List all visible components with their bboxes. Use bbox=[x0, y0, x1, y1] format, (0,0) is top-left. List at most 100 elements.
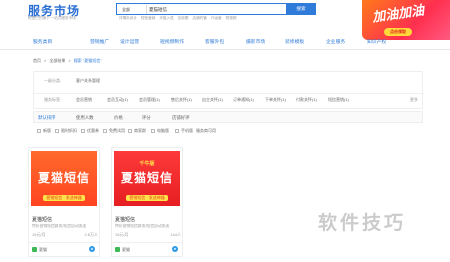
promo-text: 加油加油 bbox=[371, 2, 425, 25]
check-coupon[interactable]: 优惠券 bbox=[81, 128, 99, 133]
filter-option[interactable]: 会员营销 bbox=[76, 97, 92, 102]
breadcrumb: 首页 > 全部结果 > 搜索 "夏猫短信" bbox=[33, 58, 102, 63]
sort-default[interactable]: 默认排序 bbox=[38, 114, 56, 121]
chat-icon[interactable]: ● bbox=[89, 246, 95, 252]
card-title[interactable]: 夏猫短信 bbox=[32, 216, 52, 223]
check-discount[interactable]: 限时折扣 bbox=[55, 128, 77, 133]
check-label: 优惠券 bbox=[87, 128, 99, 133]
hot-link[interactable]: 天猫入驻 bbox=[159, 16, 173, 21]
card-image-title: 夏猫短信 bbox=[37, 171, 90, 185]
main-nav: 服务类目 营销推广 设计运营 短视频制作 客服外包 摄影市场 装修模板 企业服务… bbox=[0, 36, 450, 50]
check-free-trial[interactable]: 免费试用 bbox=[103, 128, 125, 133]
card-title[interactable]: 夏猫短信 bbox=[115, 216, 135, 223]
hot-search-links: 详情页设计 短信营销 天猫入驻 应收跟 店铺托管 代运营 短视频 bbox=[119, 16, 236, 21]
service-card[interactable]: 千牛版 夏猫短信 营销短信 · 发送神器 夏猫短信 特价营销短信群发/短信自动发… bbox=[111, 147, 183, 257]
card-image-edition: 千牛版 bbox=[139, 161, 155, 167]
check-label: 新版 bbox=[43, 128, 51, 133]
checkbox-filters: 新版 限时折扣 优惠券 免费试用 商家群 电脑版 手机版 服务商可用 bbox=[33, 127, 423, 137]
breadcrumb-separator: > bbox=[44, 58, 47, 63]
nav-enterprise[interactable]: 企业服务 bbox=[326, 38, 345, 47]
card-footer: 夏猫 ● bbox=[29, 242, 99, 256]
card-footer: 夏猫 ● bbox=[112, 242, 182, 256]
filter-row-category: 一级分类: 客户关系管理 bbox=[34, 75, 424, 87]
hot-link[interactable]: 短视频 bbox=[226, 16, 237, 21]
filter-option[interactable]: 自主关怀(1) bbox=[202, 97, 223, 102]
hot-link[interactable]: 应收跟 bbox=[178, 16, 189, 21]
chat-icon[interactable]: ● bbox=[172, 246, 178, 252]
search-button[interactable]: 搜索 bbox=[286, 3, 316, 15]
vendor-name[interactable]: 夏猫 bbox=[39, 247, 47, 252]
nav-templates[interactable]: 装修模板 bbox=[285, 38, 304, 47]
card-users: 144人 bbox=[170, 232, 181, 237]
service-card[interactable]: 夏猫短信 营销短信 · 发送神器 夏猫短信 特价营销短信群发/短信自动发送 15… bbox=[28, 147, 100, 257]
breadcrumb-home[interactable]: 首页 bbox=[33, 58, 41, 63]
promo-banner[interactable]: 加油加油 点击领取 bbox=[362, 0, 450, 40]
check-new[interactable]: 新版 bbox=[37, 128, 51, 133]
filter-row-tags: 服务标签: 会员营销 会员互动(1) 会员管理(1) 售后关怀(1) 自主关怀(… bbox=[34, 93, 424, 105]
nav-marketing[interactable]: 营销推广 bbox=[90, 38, 109, 47]
breadcrumb-separator: > bbox=[68, 58, 71, 63]
checkbox-icon bbox=[151, 128, 155, 133]
promo-claim-button[interactable]: 点击领取 bbox=[384, 28, 412, 36]
check-label: 手机版 bbox=[181, 128, 193, 133]
filter-option[interactable]: 付款关怀(1) bbox=[296, 97, 317, 102]
filter-option[interactable]: 售后关怀(1) bbox=[171, 97, 192, 102]
card-thumbnail[interactable]: 夏猫短信 营销短信 · 发送神器 bbox=[31, 151, 97, 206]
card-meta: 15元/月 144人 bbox=[115, 232, 181, 237]
nav-design[interactable]: 设计运营 bbox=[120, 38, 139, 47]
nav-short-video[interactable]: 短视频制作 bbox=[160, 38, 184, 47]
search-input[interactable] bbox=[149, 5, 269, 14]
search-bar: 全部 搜索 bbox=[116, 3, 316, 15]
card-image-title: 夏猫短信 bbox=[120, 171, 173, 185]
vendor-name[interactable]: 夏猫 bbox=[122, 247, 130, 252]
header: 服务市场 阿里巴巴旗下 一站式服务市场 全部 搜索 详情页设计 短信营销 天猫入… bbox=[0, 0, 450, 40]
check-pc[interactable]: 电脑版 bbox=[151, 128, 169, 133]
filter-option[interactable]: 短信营销(1) bbox=[328, 97, 349, 102]
filter-more-button[interactable]: 更多 bbox=[410, 97, 418, 102]
filter-label: 服务标签: bbox=[44, 97, 62, 102]
breadcrumb-all[interactable]: 全部结果 bbox=[49, 58, 65, 63]
check-label: 电脑版 bbox=[157, 128, 169, 133]
sort-price[interactable]: 价格 bbox=[114, 114, 123, 121]
check-label: 服务商可用 bbox=[196, 128, 216, 133]
card-description: 特价营销短信群发/短信自动发送 bbox=[115, 224, 170, 228]
hot-link[interactable]: 店铺托管 bbox=[193, 16, 207, 21]
card-meta: 15元/月 2.6万人 bbox=[32, 232, 98, 237]
card-price: 15元/月 bbox=[32, 232, 46, 237]
nav-ip[interactable]: 知识产权 bbox=[367, 38, 386, 47]
filter-option[interactable]: 客户关系管理 bbox=[76, 78, 100, 83]
hot-link[interactable]: 代运营 bbox=[211, 16, 222, 21]
sort-rating[interactable]: 评分 bbox=[142, 114, 151, 121]
check-mobile[interactable]: 手机版 bbox=[175, 128, 193, 133]
nav-service-category[interactable]: 服务类目 bbox=[33, 38, 52, 47]
hot-link[interactable]: 详情页设计 bbox=[119, 16, 137, 21]
card-thumbnail[interactable]: 千牛版 夏猫短信 营销短信 · 发送神器 bbox=[114, 151, 180, 206]
card-price: 15元/月 bbox=[115, 232, 129, 237]
logo-subtitle: 阿里巴巴旗下 一站式服务市场 bbox=[28, 16, 76, 20]
card-users: 2.6万人 bbox=[84, 232, 98, 237]
vendor-icon bbox=[32, 247, 37, 252]
check-label: 商家群 bbox=[134, 128, 146, 133]
checkbox-icon bbox=[103, 128, 107, 133]
checkbox-icon bbox=[37, 128, 41, 133]
card-description: 特价营销短信群发/短信自动发送 bbox=[32, 224, 87, 228]
sort-shop-rating[interactable]: 店铺好评 bbox=[172, 114, 190, 121]
vendor-icon bbox=[115, 247, 120, 252]
nav-photography[interactable]: 摄影市场 bbox=[246, 38, 265, 47]
breadcrumb-search: 搜索 "夏猫短信" bbox=[73, 58, 102, 63]
filter-label: 一级分类: bbox=[44, 78, 62, 83]
filter-option[interactable]: 会员管理(1) bbox=[139, 97, 160, 102]
search-category-select[interactable]: 全部 bbox=[119, 5, 147, 14]
check-label: 限时折扣 bbox=[61, 128, 77, 133]
filter-option[interactable]: 订单通知(1) bbox=[233, 97, 254, 102]
filter-option[interactable]: 下单关怀(1) bbox=[265, 97, 286, 102]
checkbox-icon bbox=[55, 128, 59, 133]
check-available[interactable]: 服务商可用 bbox=[196, 128, 216, 133]
filter-panel: 一级分类: 客户关系管理 服务标签: 会员营销 会员互动(1) 会员管理(1) … bbox=[33, 71, 424, 109]
nav-customer-service[interactable]: 客服外包 bbox=[205, 38, 224, 47]
sort-users[interactable]: 使用人数 bbox=[76, 114, 94, 121]
check-merchant-group[interactable]: 商家群 bbox=[128, 128, 146, 133]
checkbox-icon bbox=[175, 128, 179, 133]
filter-option[interactable]: 会员互动(1) bbox=[107, 97, 128, 102]
hot-link[interactable]: 短信营销 bbox=[141, 16, 155, 21]
